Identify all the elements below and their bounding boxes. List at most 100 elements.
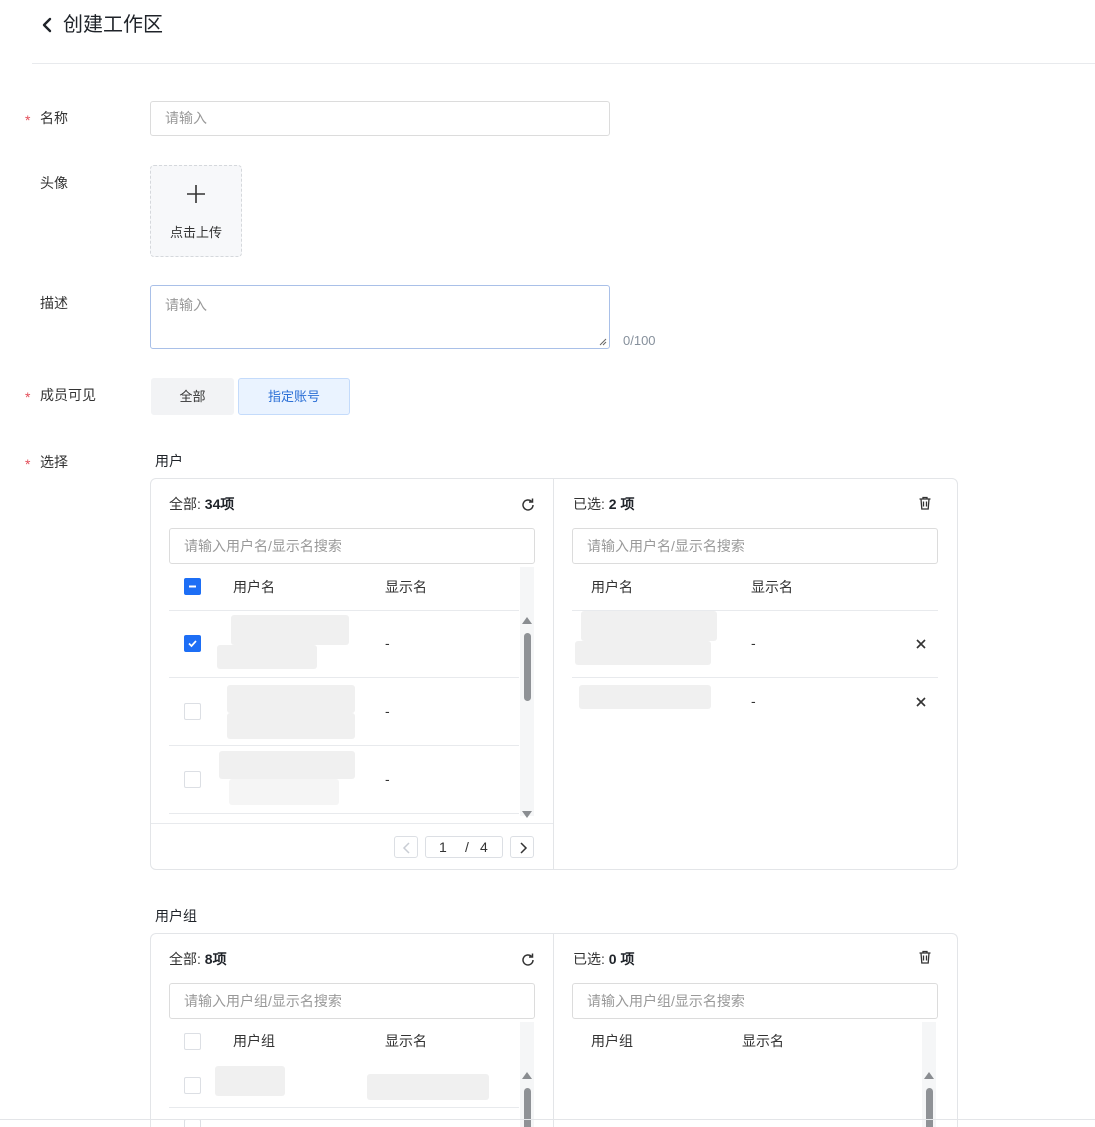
visibility-option-specified[interactable]: 指定账号 [238,378,350,415]
col-group: 用户组 [233,1033,275,1049]
description-textarea[interactable]: 请输入 [150,285,610,349]
avatar-upload-button[interactable]: 点击上传 [150,165,242,257]
page-title: 创建工作区 [63,14,163,36]
page-separator: / [465,839,469,855]
row-divider [169,745,519,746]
col-display-name: 显示名 [385,1033,427,1049]
redacted-username [219,751,355,779]
next-page-button[interactable] [510,836,534,858]
pane-divider [553,934,554,1127]
selected-count: 0 项 [608,951,635,967]
plus-icon [187,185,205,203]
name-label: 名称 [40,110,68,126]
selected-label: 已选: [573,951,605,967]
row-divider [169,610,519,611]
description-label: 描述 [40,295,68,311]
close-icon[interactable] [914,695,928,709]
resize-handle-icon[interactable] [599,338,607,346]
users-left-search-input[interactable]: 请输入用户名/显示名搜索 [169,528,535,564]
col-display-name: 显示名 [751,579,793,595]
row-checkbox[interactable] [184,703,201,720]
groups-right-scrollbar[interactable] [922,1022,936,1127]
users-right-search-input[interactable]: 请输入用户名/显示名搜索 [572,528,938,564]
row-checkbox[interactable] [184,635,201,652]
users-left-header: 全部: 34项 [169,494,234,514]
visibility-option-all[interactable]: 全部 [151,378,234,415]
all-count: 8项 [204,951,227,967]
users-right-header: 已选: 2 项 [573,494,634,514]
row-checkbox[interactable] [184,771,201,788]
redacted-display-name [367,1074,489,1100]
char-counter: 0/100 [623,333,656,348]
redacted-username [575,641,711,665]
prev-page-button[interactable] [394,836,418,858]
close-icon[interactable] [914,637,928,651]
scroll-thumb[interactable] [524,1088,531,1127]
visibility-label: 成员可见 [40,387,96,403]
chevron-right-icon [520,842,528,854]
redacted-group-name [215,1066,285,1096]
all-label: 全部: [169,951,201,967]
row-divider [169,813,519,814]
col-username: 用户名 [233,579,275,595]
check-icon [188,640,197,648]
select-all-checkbox[interactable] [184,578,201,595]
groups-right-search-input[interactable]: 请输入用户组/显示名搜索 [572,983,938,1019]
scroll-up-arrow[interactable] [522,617,532,624]
refresh-icon[interactable] [520,497,536,513]
avatar-label: 头像 [40,175,68,191]
display-name-value: - [385,771,390,787]
trash-icon[interactable] [917,949,933,965]
back-chevron-icon[interactable] [38,14,58,36]
redacted-username [231,615,349,645]
pane-divider [553,479,554,869]
page-header: 创建工作区 [0,0,1095,64]
select-label: 选择 [40,454,68,470]
select-all-checkbox[interactable] [184,1033,201,1050]
redacted-username [229,779,339,805]
trash-icon[interactable] [917,495,933,511]
required-mark: * [25,112,31,128]
pager-divider [151,823,553,824]
description-placeholder: 请输入 [165,297,207,313]
scroll-up-arrow[interactable] [924,1072,934,1079]
display-name-value: - [385,635,390,651]
display-name-value: - [751,693,756,709]
row-divider [169,1107,519,1108]
row-checkbox[interactable] [184,1077,201,1094]
header-divider [32,63,1095,64]
redacted-username [579,685,711,709]
name-input[interactable]: 请输入 [150,101,610,136]
all-count: 34项 [204,496,235,512]
col-display-name: 显示名 [742,1033,784,1049]
page-indicator[interactable]: 1 / 4 [425,836,503,858]
col-group: 用户组 [591,1033,633,1049]
col-username: 用户名 [591,579,633,595]
redacted-username [217,645,317,669]
scroll-up-arrow[interactable] [522,1072,532,1079]
selected-count: 2 项 [608,496,635,512]
indeterminate-icon [189,585,196,588]
row-divider [572,677,938,678]
total-pages: 4 [480,839,488,855]
groups-left-header: 全部: 8项 [169,949,227,969]
groups-left-search-input[interactable]: 请输入用户组/显示名搜索 [169,983,535,1019]
groups-left-scrollbar[interactable] [520,1022,534,1127]
row-checkbox[interactable] [184,1119,201,1127]
scroll-thumb[interactable] [926,1088,933,1127]
col-display-name: 显示名 [385,579,427,595]
required-mark: * [25,389,31,405]
users-left-scrollbar[interactable] [520,567,534,818]
row-divider [169,677,519,678]
scroll-down-arrow[interactable] [522,811,532,818]
redacted-username [227,713,355,739]
selected-label: 已选: [573,496,605,512]
page-bottom-border [0,1119,1095,1120]
groups-section-title: 用户组 [155,908,197,924]
chevron-left-icon [402,842,410,854]
scroll-thumb[interactable] [524,633,531,701]
display-name-value: - [385,703,390,719]
refresh-icon[interactable] [520,952,536,968]
upload-text: 点击上传 [169,225,222,240]
required-mark: * [25,456,31,472]
